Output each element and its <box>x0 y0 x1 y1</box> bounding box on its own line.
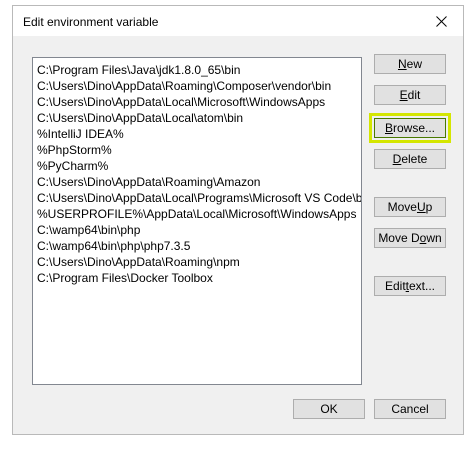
path-listbox[interactable]: C:\Program Files\Java\jdk1.8.0_65\bin C:… <box>32 57 362 385</box>
list-item[interactable]: C:\Program Files\Docker Toolbox <box>33 270 361 286</box>
title-bar[interactable]: Edit environment variable <box>13 6 463 36</box>
cancel-button[interactable]: Cancel <box>374 399 446 419</box>
move-up-button[interactable]: Move Up <box>374 197 446 217</box>
edit-button[interactable]: Edit <box>374 85 446 105</box>
list-item[interactable]: C:\wamp64\bin\php <box>33 222 361 238</box>
list-item[interactable]: %IntelliJ IDEA% <box>33 126 361 142</box>
list-item[interactable]: C:\Users\Dino\AppData\Local\atom\bin <box>33 110 361 126</box>
list-item[interactable]: %PhpStorm% <box>33 142 361 158</box>
list-item[interactable]: C:\Users\Dino\AppData\Local\Microsoft\Wi… <box>33 94 361 110</box>
new-button[interactable]: New <box>374 54 446 74</box>
edit-env-dialog: Edit environment variable C:\Program Fil… <box>12 5 464 435</box>
list-item[interactable]: C:\wamp64\bin\php\php7.3.5 <box>33 238 361 254</box>
delete-button[interactable]: Delete <box>374 149 446 169</box>
list-item[interactable]: C:\Program Files\Java\jdk1.8.0_65\bin <box>33 62 361 78</box>
close-icon <box>435 15 447 27</box>
list-item[interactable]: C:\Users\Dino\AppData\Local\Programs\Mic… <box>33 190 361 206</box>
window-title: Edit environment variable <box>23 15 159 29</box>
list-item[interactable]: C:\Users\Dino\AppData\Roaming\Composer\v… <box>33 78 361 94</box>
edit-text-button[interactable]: Edit t ext... <box>374 276 446 296</box>
list-item[interactable]: %USERPROFILE%\AppData\Local\Microsoft\Wi… <box>33 206 361 222</box>
move-down-button[interactable]: Move Do wn <box>374 228 446 248</box>
close-button[interactable] <box>419 6 463 36</box>
list-item[interactable]: C:\Users\Dino\AppData\Roaming\Amazon <box>33 174 361 190</box>
list-item[interactable]: %PyCharm% <box>33 158 361 174</box>
ok-button[interactable]: OK <box>293 399 365 419</box>
browse-button[interactable]: Browse... <box>369 113 451 143</box>
list-item[interactable]: C:\Users\Dino\AppData\Roaming\npm <box>33 254 361 270</box>
